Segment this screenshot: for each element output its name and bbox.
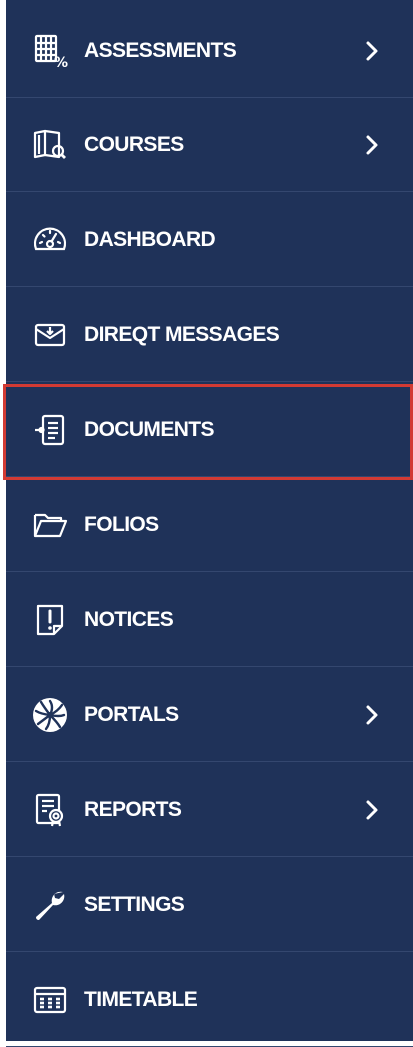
wrench-icon (32, 887, 68, 923)
sidebar-item-label: ASSESSMENTS (84, 38, 237, 62)
sidebar-item-timetable[interactable]: TIMETABLE (6, 953, 413, 1047)
sidebar-nav: % ASSESSMENTS COURSES DASHBOARD DIREQT M… (3, 0, 413, 1047)
notices-icon (32, 602, 68, 638)
sidebar-item-label: SETTINGS (84, 892, 185, 916)
sidebar-item-dashboard[interactable]: DASHBOARD (6, 193, 413, 287)
portals-icon (32, 697, 68, 733)
sidebar-item-notices[interactable]: NOTICES (6, 573, 413, 667)
sidebar-item-label: PORTALS (84, 702, 179, 726)
sidebar-item-assessments[interactable]: % ASSESSMENTS (6, 4, 413, 98)
chevron-right-icon (364, 39, 380, 63)
sidebar-item-label: DOCUMENTS (84, 417, 215, 441)
svg-text:%: % (54, 55, 68, 69)
folder-icon (32, 507, 68, 543)
sidebar-item-label: NOTICES (84, 607, 174, 631)
sidebar-item-label: DASHBOARD (84, 227, 216, 251)
sidebar-item-courses[interactable]: COURSES (6, 98, 413, 192)
assessments-icon: % (32, 33, 68, 69)
sidebar-item-label: TIMETABLE (84, 987, 198, 1011)
sidebar-item-label: DIREQT MESSAGES (84, 322, 280, 346)
dashboard-icon (32, 222, 68, 258)
sidebar-item-reports[interactable]: REPORTS (6, 763, 413, 857)
chevron-right-icon (364, 798, 380, 822)
sidebar-item-settings[interactable]: SETTINGS (6, 858, 413, 952)
messages-icon (32, 317, 68, 353)
sidebar-item-label: FOLIOS (84, 512, 159, 536)
chevron-right-icon (364, 703, 380, 727)
documents-icon (32, 412, 68, 448)
timetable-icon (32, 982, 68, 1018)
sidebar-item-documents[interactable]: DOCUMENTS (6, 383, 413, 477)
sidebar-item-folios[interactable]: FOLIOS (6, 478, 413, 572)
sidebar-item-label: COURSES (84, 132, 184, 156)
chevron-right-icon (364, 133, 380, 157)
sidebar-item-portals[interactable]: PORTALS (6, 668, 413, 762)
sidebar-item-label: REPORTS (84, 797, 182, 821)
sidebar-item-direqt-messages[interactable]: DIREQT MESSAGES (6, 288, 413, 382)
reports-icon (32, 792, 68, 828)
courses-icon (32, 127, 68, 163)
